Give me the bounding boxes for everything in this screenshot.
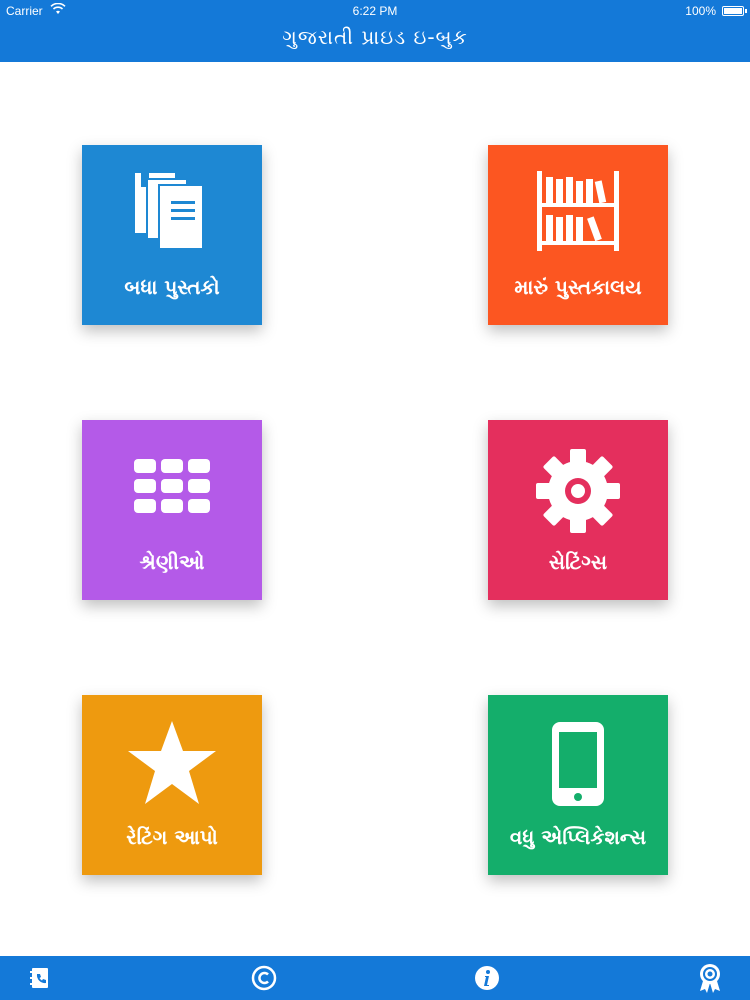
tile-label: સેટિંગ્સ — [548, 550, 608, 574]
star-icon — [82, 717, 262, 809]
bottom-toolbar — [0, 956, 750, 1000]
settings-tile[interactable]: સેટિંગ્સ — [488, 420, 668, 600]
copyright-icon[interactable] — [242, 956, 286, 1000]
clock: 6:22 PM — [352, 4, 398, 18]
tile-label: મારું પુસ્તકાલય — [514, 275, 642, 299]
tile-label: બધા પુસ્તકો — [124, 275, 220, 299]
status-bar: Carrier 6:22 PM 100% — [0, 0, 750, 22]
tile-label: વધુ એપ્લિકેશન્સ — [509, 825, 647, 849]
give-rating-tile[interactable]: રેટિંગ આપો — [82, 695, 262, 875]
phone-icon — [488, 719, 668, 809]
books-icon — [82, 167, 262, 257]
top-bar: Carrier 6:22 PM 100% ગુજરાતી પ્રાઇડ ઇ-બુ… — [0, 0, 750, 62]
battery-percent: 100% — [685, 4, 716, 18]
tile-label: રેટિંગ આપો — [126, 825, 218, 849]
grid-icon — [82, 452, 262, 522]
more-apps-tile[interactable]: વધુ એપ્લિકેશન્સ — [488, 695, 668, 875]
categories-tile[interactable]: શ્રેણીઓ — [82, 420, 262, 600]
tile-label: શ્રેણીઓ — [139, 550, 205, 574]
my-library-tile[interactable]: મારું પુસ્તકાલય — [488, 145, 668, 325]
info-icon[interactable] — [465, 956, 509, 1000]
page-title: ગુજરાતી પ્રાઇડ ઇ-બુક — [282, 25, 468, 49]
award-ribbon-icon[interactable] — [688, 956, 732, 1000]
all-books-tile[interactable]: બધા પુસ્તકો — [82, 145, 262, 325]
contacts-book-icon[interactable] — [18, 956, 62, 1000]
bookshelf-icon — [488, 167, 668, 257]
battery-icon — [722, 6, 747, 16]
gear-icon — [488, 446, 668, 536]
